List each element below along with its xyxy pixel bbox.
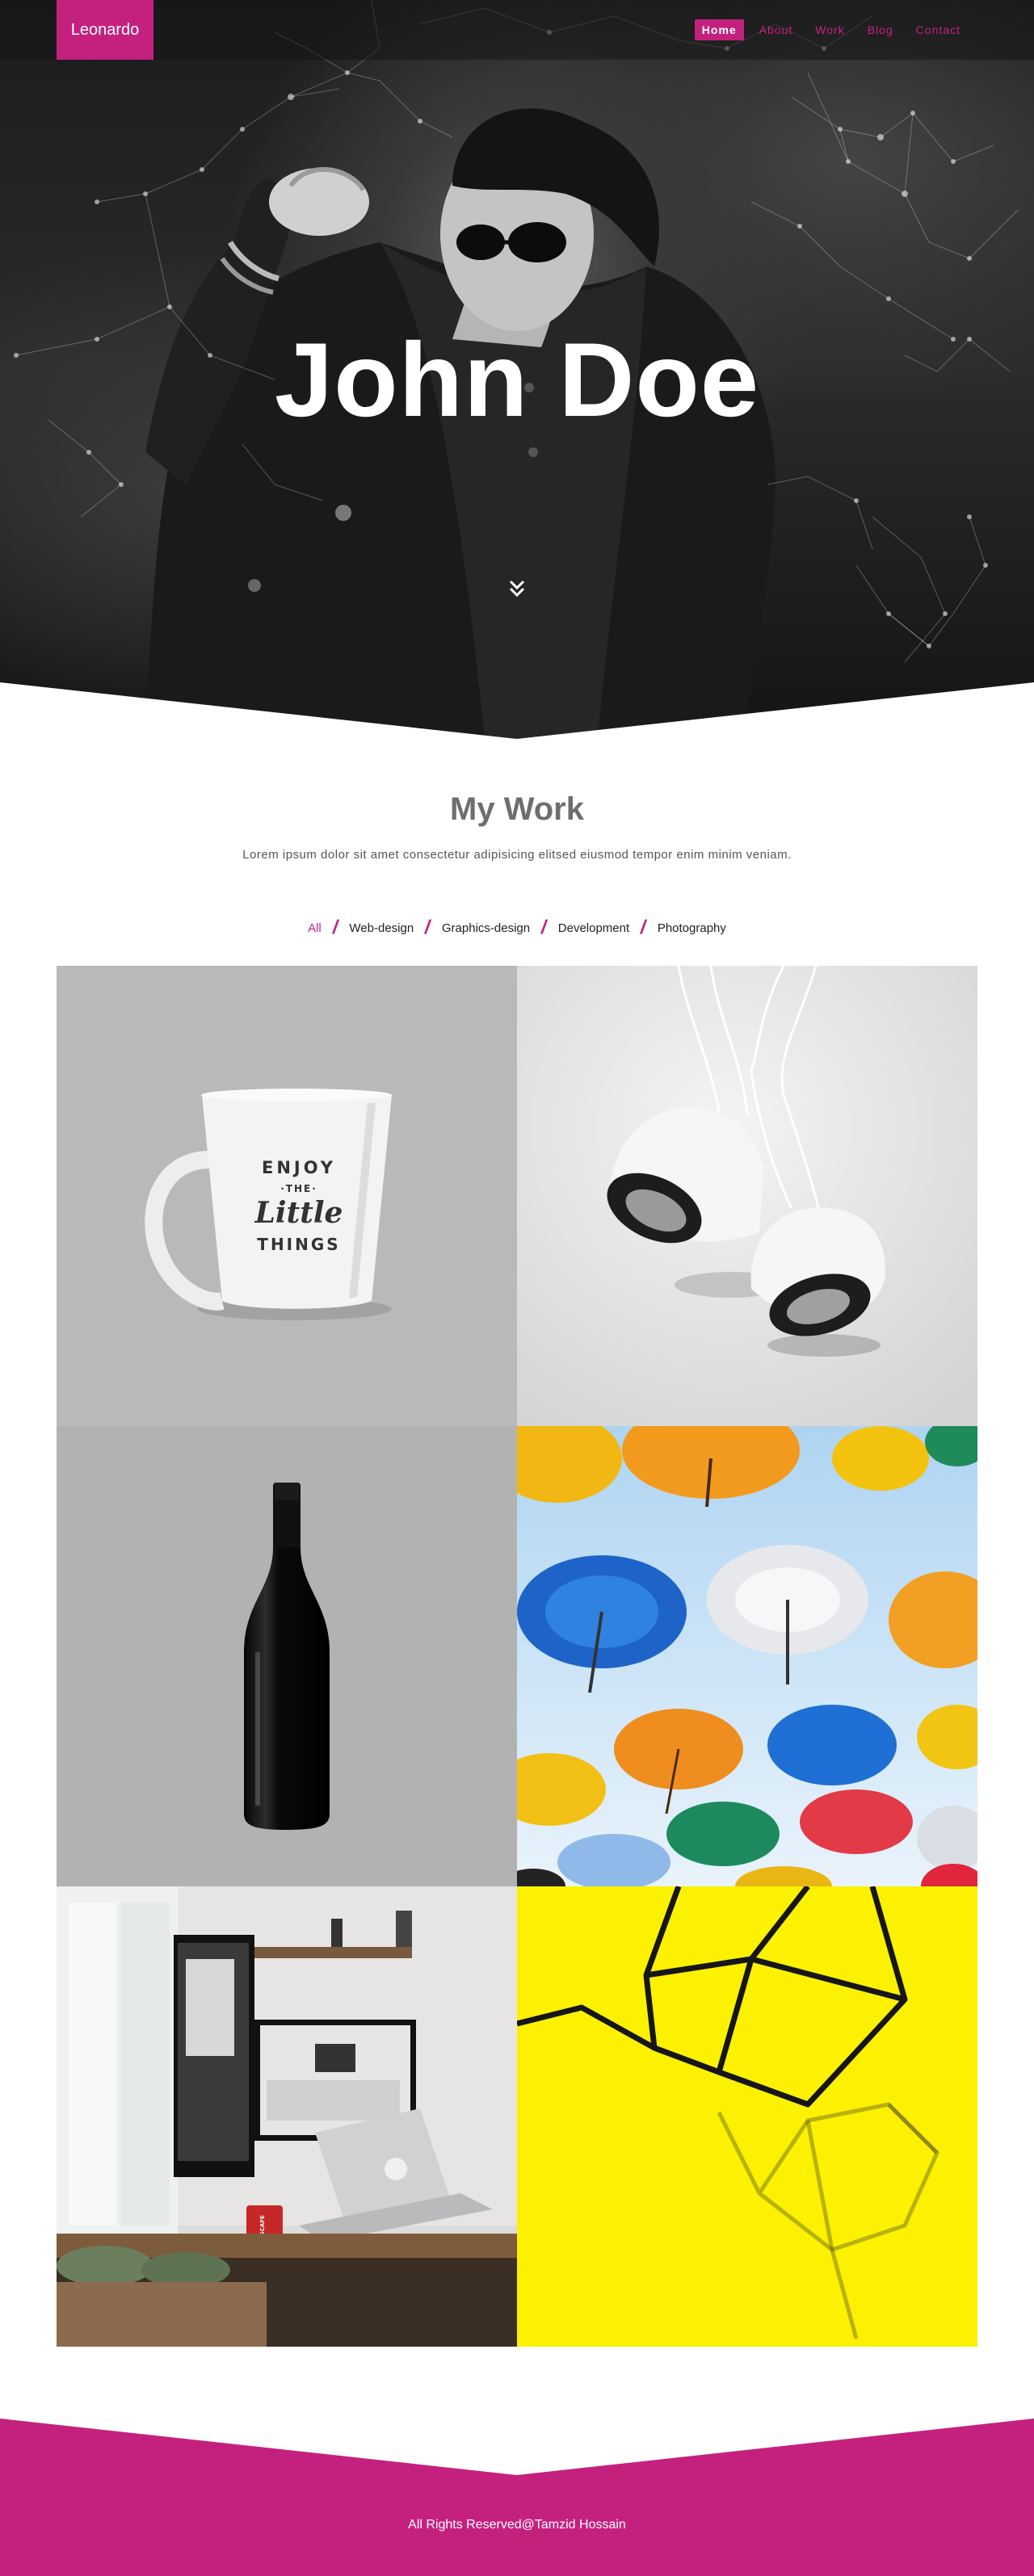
footer-copyright: All Rights Reserved@Tamzid Hossain [408,2518,626,2532]
portfolio-item-umbrellas[interactable] [517,1426,977,1886]
desk-setup-photo: NESCAFE [57,1886,517,2347]
mug-text-line-1: ENJOY [262,1158,336,1177]
portfolio-grid: ENJOY ·THE· Little THINGS NESCAFE [57,966,977,2347]
filter-development[interactable]: Development [553,921,634,935]
top-navbar: Leonardo Home About Work Blog Contact [0,0,1034,60]
nav-work[interactable]: Work [808,19,851,40]
brand-logo[interactable]: Leonardo [57,0,153,60]
portfolio-item-mug[interactable]: ENJOY ·THE· Little THINGS [57,966,517,1426]
filter-graphics-design[interactable]: Graphics-design [437,921,535,935]
hero-section: John Doe [0,0,1034,739]
hero-bottom-cut [0,682,1034,739]
umbrellas-photo [517,1426,977,1886]
footer-background [0,2419,1034,2576]
portfolio-item-speakers[interactable] [517,966,977,1426]
filter-separator: / [638,917,649,938]
mug-text-line-2: ·THE· [280,1183,317,1194]
mug-text-line-4: THINGS [257,1235,340,1254]
filter-separator: / [539,917,549,938]
work-section-title: My Work [450,791,584,827]
filter-all[interactable]: All [303,921,326,935]
portfolio-item-desk-setup[interactable]: NESCAFE [57,1886,517,2347]
nav-home[interactable]: Home [694,19,744,40]
portfolio-item-geometric-lamp[interactable] [517,1886,977,2347]
hero-title: John Doe [274,321,760,438]
mug-photo: ENJOY ·THE· Little THINGS [57,966,517,1426]
wine-bottle-photo [57,1426,517,1886]
nav-about[interactable]: About [752,19,801,40]
work-section-subtitle: Lorem ipsum dolor sit amet consectetur a… [242,848,792,862]
geometric-lamp-photo [517,1886,977,2347]
speakers-photo [517,966,977,1426]
filter-separator: / [330,917,340,938]
filter-separator: / [422,917,433,938]
portfolio-filters: All / Web-design / Graphics-design / Dev… [0,917,1034,939]
double-chevron-down-icon[interactable] [506,577,528,600]
filter-web-design[interactable]: Web-design [344,921,418,935]
nav-blog[interactable]: Blog [860,19,901,40]
filter-photography[interactable]: Photography [653,921,731,935]
nav-contact[interactable]: Contact [909,19,968,40]
portfolio-item-wine-bottle[interactable] [57,1426,517,1886]
main-nav: Home About Work Blog Contact [694,19,968,40]
mug-text-line-3: Little [254,1196,343,1230]
